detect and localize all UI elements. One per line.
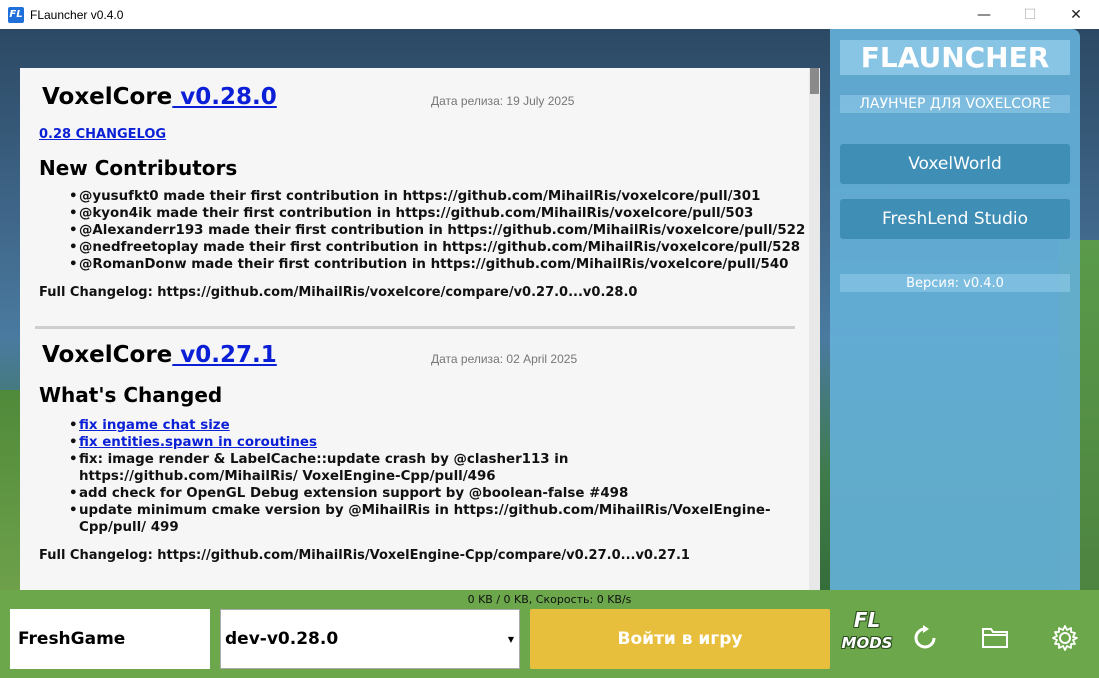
contributors-list: @yusufkt0 made their first contribution …: [69, 188, 820, 273]
change-link[interactable]: fix ingame chat size: [79, 418, 230, 433]
window-title: FLauncher v0.4.0: [30, 7, 124, 22]
full-changelog: Full Changelog: https://github.com/Mihai…: [39, 285, 638, 300]
list-item: @yusufkt0 made their first contribution …: [69, 188, 820, 205]
release-header: VoxelCore v0.27.1 Дата релиза: 02 April …: [39, 326, 789, 368]
app-icon: FL: [8, 6, 24, 23]
launcher-logo: FLAUNCHER: [840, 40, 1070, 75]
sidebar: FLAUNCHER ЛАУНЧЕР ДЛЯ VOXELCORE VoxelWor…: [830, 29, 1080, 590]
release-entry: VoxelCore v0.28.0 Дата релиза: 19 July 2…: [20, 68, 820, 300]
gear-icon[interactable]: [1050, 623, 1080, 653]
list-item: @RomanDonw made their first contribution…: [69, 256, 820, 273]
scrollbar-thumb[interactable]: [810, 68, 819, 94]
folder-icon[interactable]: [980, 623, 1010, 653]
download-status: 0 KB / 0 KB, Скорость: 0 KB/s: [467, 593, 632, 606]
list-item: fix ingame chat size: [69, 417, 789, 434]
list-item: @kyon4ik made their first contribution i…: [69, 205, 820, 222]
launcher-tagline: ЛАУНЧЕР ДЛЯ VOXELCORE: [840, 95, 1070, 113]
changes-list: fix ingame chat size fix entities.spawn …: [69, 417, 789, 536]
close-button[interactable]: ✕: [1053, 0, 1099, 29]
fl-mods-logo-top: FL: [853, 608, 881, 632]
release-version-link[interactable]: v0.28.0: [172, 84, 277, 110]
release-header: VoxelCore v0.28.0 Дата релиза: 19 July 2…: [39, 68, 820, 110]
release-date: Дата релиза: 19 July 2025: [431, 94, 575, 108]
window-controls: — ☐ ✕: [961, 0, 1099, 29]
release-title: VoxelCore v0.27.1: [42, 342, 277, 368]
release-title: VoxelCore v0.28.0: [42, 84, 277, 110]
selected-version: dev-v0.28.0: [225, 629, 339, 649]
release-entry: VoxelCore v0.27.1 Дата релиза: 02 April …: [20, 326, 789, 563]
freshlend-studio-button[interactable]: FreshLend Studio: [840, 199, 1070, 239]
release-product: VoxelCore: [42, 84, 173, 110]
release-product: VoxelCore: [42, 342, 173, 368]
play-button[interactable]: Войти в игру: [530, 609, 830, 669]
minimize-button[interactable]: —: [961, 0, 1007, 29]
release-version-link[interactable]: v0.27.1: [172, 342, 277, 368]
release-date: Дата релиза: 02 April 2025: [431, 352, 578, 366]
username-input[interactable]: FreshGame: [10, 609, 210, 669]
section-heading: New Contributors: [39, 156, 238, 180]
chevron-down-icon[interactable]: ▼: [503, 610, 519, 668]
list-item: add check for OpenGL Debug extension sup…: [69, 485, 789, 502]
title-bar: FL FLauncher v0.4.0 — ☐ ✕: [0, 0, 1099, 29]
list-item: fix entities.spawn in coroutines: [69, 434, 789, 451]
refresh-icon[interactable]: [910, 623, 940, 653]
fl-mods-button[interactable]: FL MODS: [838, 609, 896, 669]
maximize-button[interactable]: ☐: [1007, 0, 1053, 29]
list-item: @Alexanderr193 made their first contribu…: [69, 222, 820, 239]
section-heading: What's Changed: [39, 383, 223, 407]
username-value: FreshGame: [18, 629, 126, 649]
changelog-link[interactable]: 0.28 CHANGELOG: [39, 127, 166, 142]
change-link[interactable]: fix entities.spawn in coroutines: [79, 435, 317, 450]
voxelworld-button[interactable]: VoxelWorld: [840, 144, 1070, 184]
list-item: @nedfreetoplay made their first contribu…: [69, 239, 820, 256]
full-changelog: Full Changelog: https://github.com/Mihai…: [39, 548, 690, 563]
version-label: Версия: v0.4.0: [840, 274, 1070, 292]
news-panel[interactable]: VoxelCore v0.28.0 Дата релиза: 19 July 2…: [20, 68, 820, 590]
news-scrollbar[interactable]: [809, 68, 820, 590]
list-item: fix: image render & LabelCache::update c…: [69, 451, 789, 485]
bottom-bar: 0 KB / 0 KB, Скорость: 0 KB/s FreshGame …: [0, 590, 1099, 678]
fl-mods-logo-bottom: MODS: [841, 634, 893, 652]
list-item: update minimum cmake version by @MihailR…: [69, 502, 789, 536]
version-select[interactable]: dev-v0.28.0 ▼: [220, 609, 520, 669]
